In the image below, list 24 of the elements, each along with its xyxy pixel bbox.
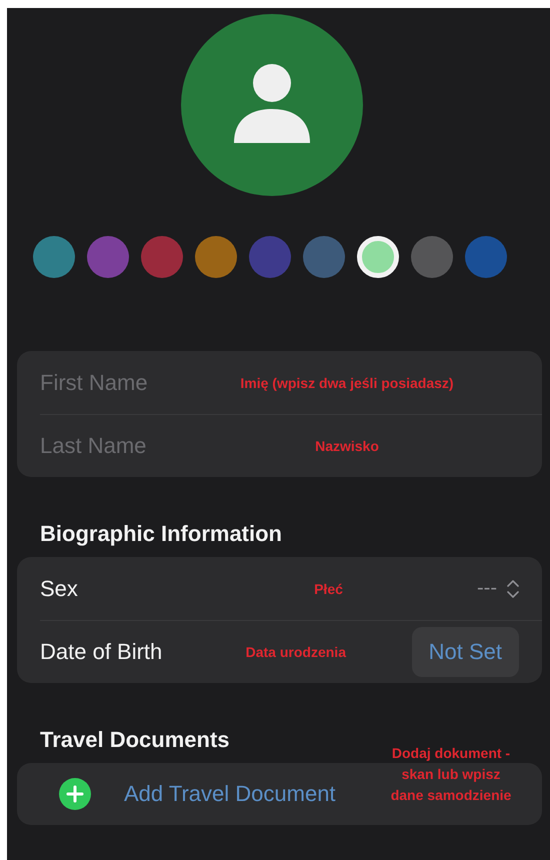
color-swatch[interactable] (357, 236, 399, 278)
color-swatch[interactable] (249, 236, 291, 278)
field-label: Sex (40, 576, 79, 602)
color-swatch[interactable] (87, 236, 129, 278)
color-swatch[interactable] (195, 236, 237, 278)
color-swatch[interactable] (141, 236, 183, 278)
color-swatch[interactable] (303, 236, 345, 278)
field-label: Date of Birth (40, 638, 164, 664)
annotation: Data urodzenia (244, 644, 348, 660)
picker-value[interactable]: --- (477, 577, 497, 600)
annotation: Dodaj dokument - skan lub wpisz dane samodzienie (390, 744, 512, 805)
chevron-icon[interactable] (507, 580, 519, 598)
section-title: Biographic Information (40, 521, 283, 547)
annotation: Płeć (313, 580, 344, 596)
add-icon[interactable] (59, 778, 91, 810)
annotation: Imię (wpisz dwa jeśli posiadasz) (239, 374, 455, 390)
input-field[interactable]: First Name (40, 370, 215, 396)
color-swatch[interactable] (465, 236, 507, 278)
annotation: Nazwisko (314, 438, 380, 454)
color-swatch[interactable] (411, 236, 453, 278)
add-document-button[interactable]: Add Travel Document (124, 781, 336, 807)
date-button[interactable]: Not Set (412, 626, 519, 676)
color-swatch[interactable] (33, 236, 75, 278)
input-field[interactable]: Last Name (40, 432, 215, 458)
